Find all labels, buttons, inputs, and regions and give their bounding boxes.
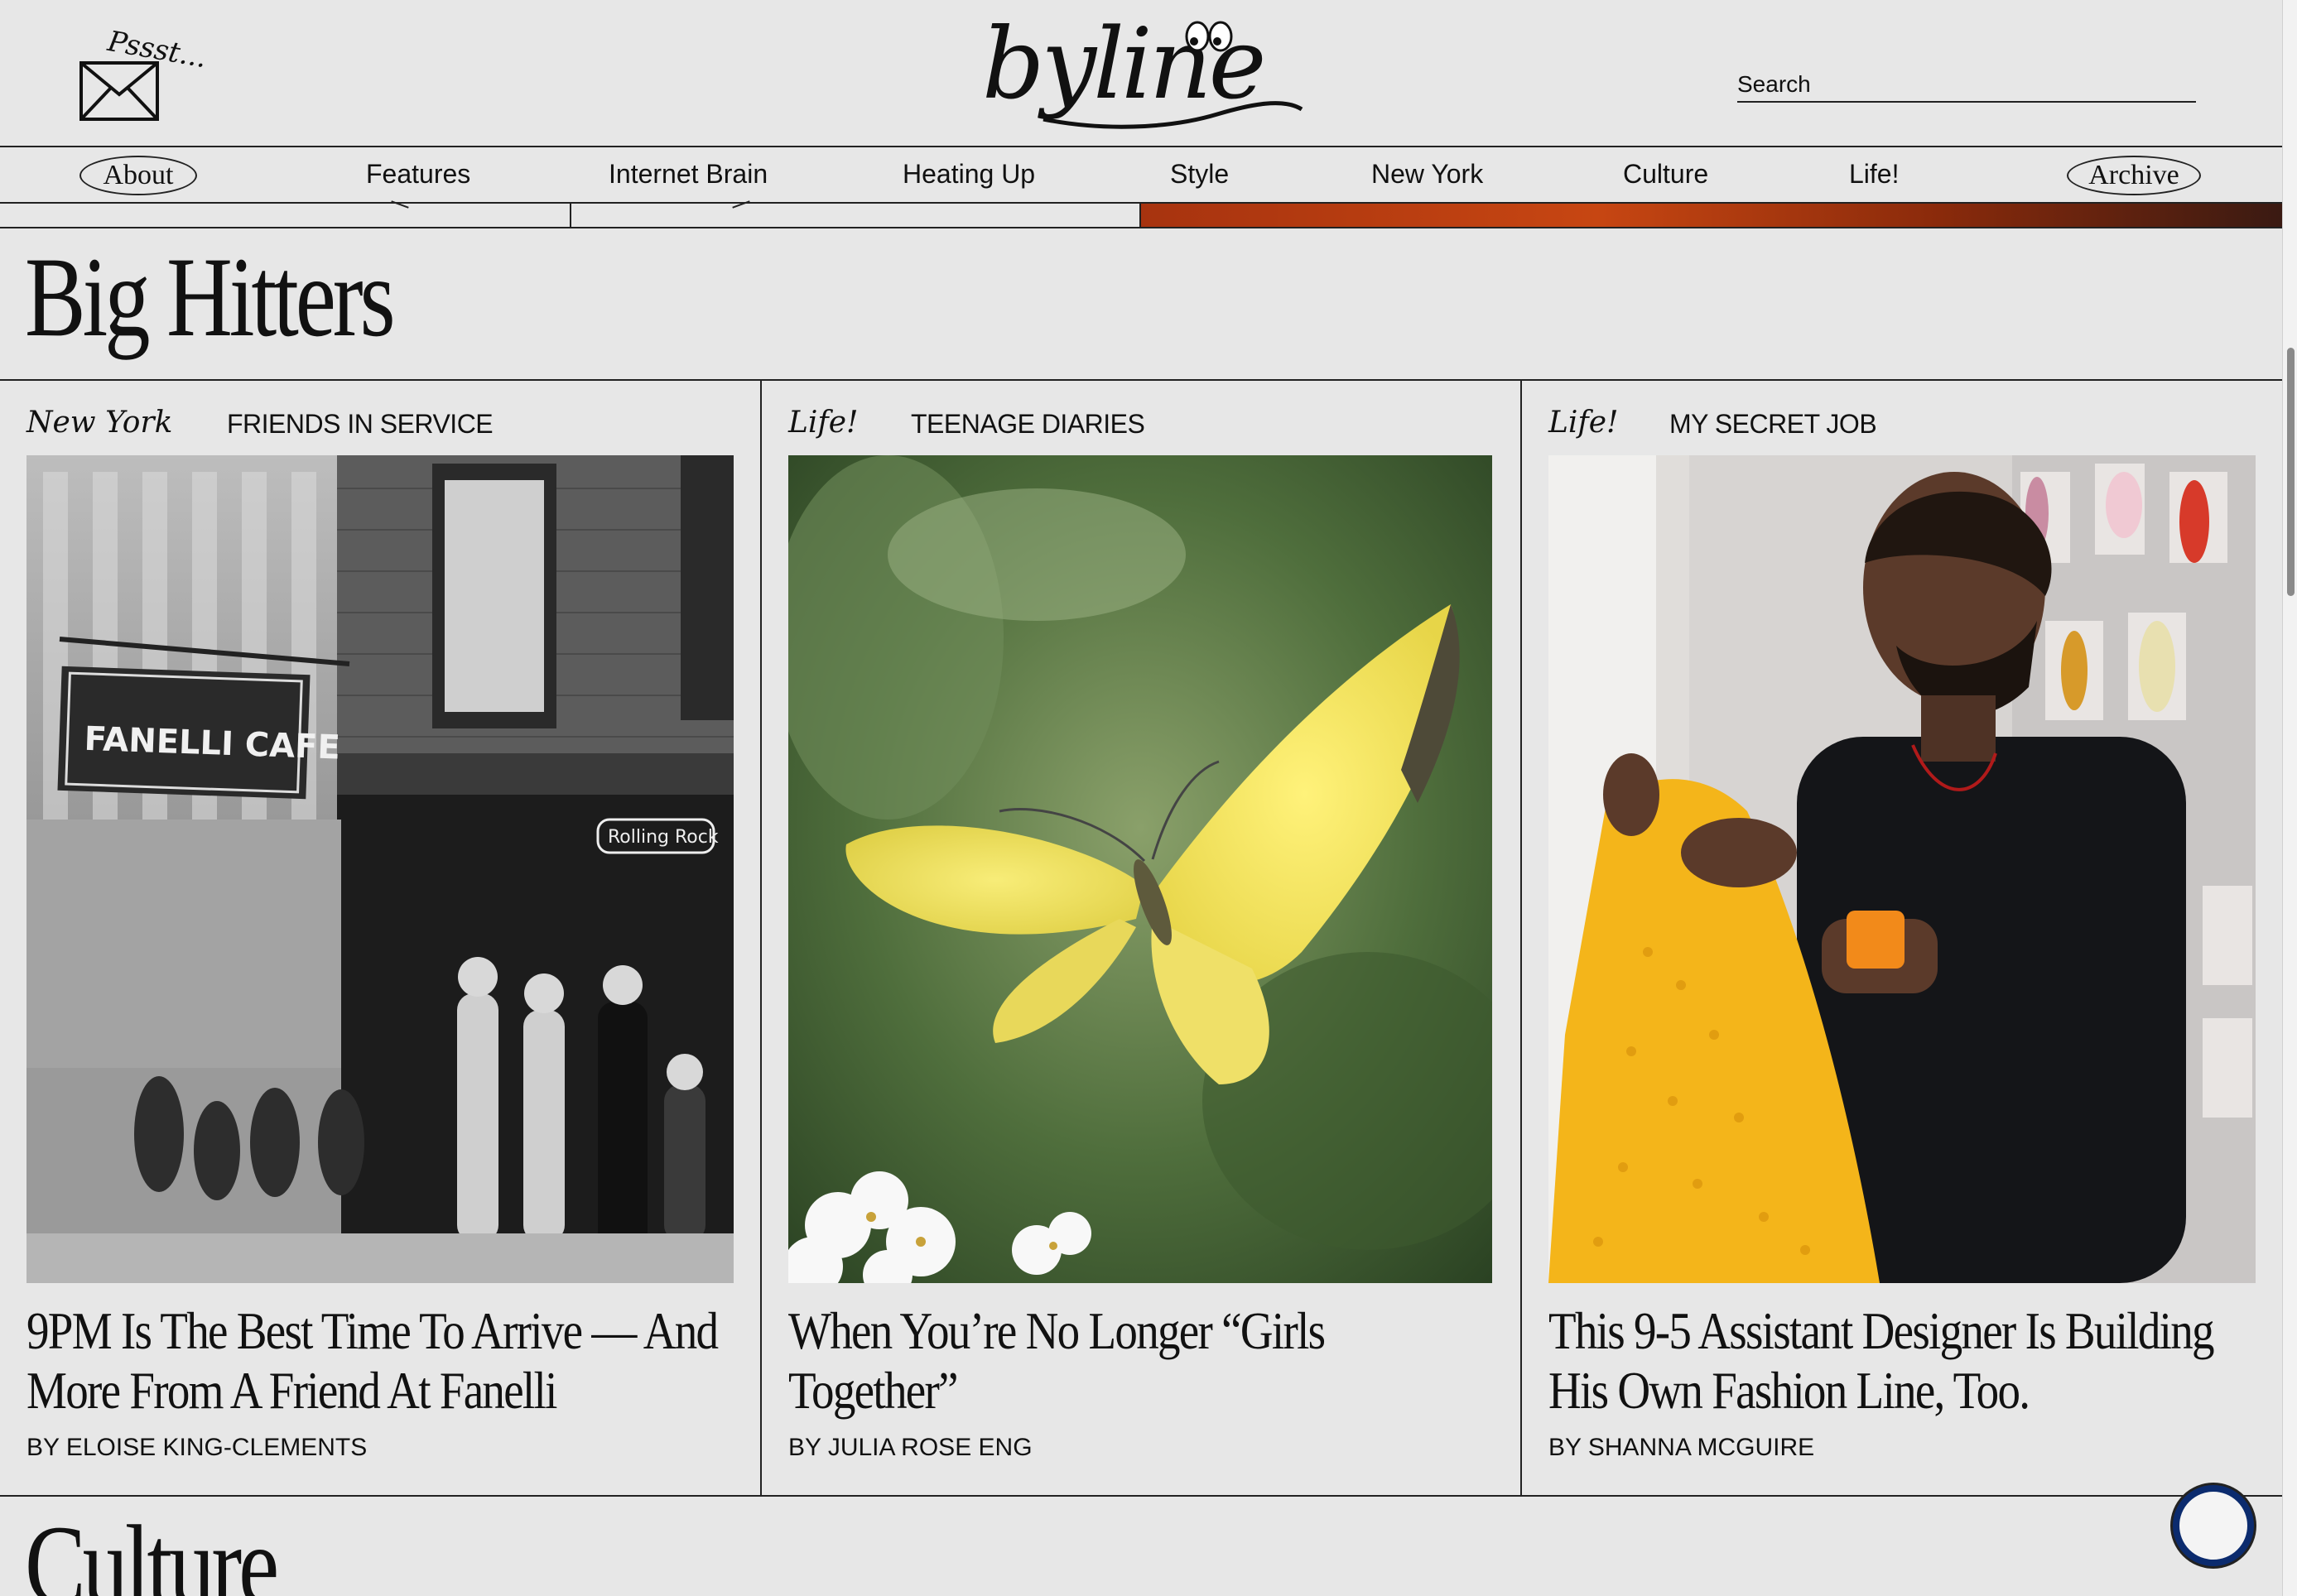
- previous-section-strip: [0, 200, 2282, 228]
- photo-neon-sign: Rolling Rock: [608, 827, 719, 848]
- strip-image[interactable]: [1141, 204, 2282, 227]
- nav-item-heating-up[interactable]: Heating Up: [903, 159, 1035, 190]
- card-title[interactable]: This 9-5 Assistant Designer Is Building …: [1548, 1301, 2246, 1421]
- card-byline[interactable]: BY SHANNA MCGUIRE: [1548, 1434, 1814, 1462]
- card-byline[interactable]: BY ELOISE KING-CLEMENTS: [26, 1434, 367, 1462]
- next-section-title: Culture: [25, 1502, 279, 1596]
- search-field[interactable]: Search: [1737, 70, 2196, 103]
- section-divider: [0, 1495, 2282, 1497]
- byline-logo[interactable]: byline: [969, 5, 1317, 137]
- page: Pssst... byline Search About Features In…: [0, 0, 2282, 1596]
- nav-archive-button[interactable]: Archive: [2067, 156, 2201, 195]
- nav-item-new-york[interactable]: New York: [1371, 159, 1483, 190]
- nav-item-style[interactable]: Style: [1170, 159, 1229, 190]
- nav-item-features[interactable]: Features: [366, 159, 470, 190]
- card-category[interactable]: Life!: [1548, 406, 1619, 440]
- nav-about-button[interactable]: About: [79, 156, 197, 195]
- card-byline[interactable]: BY JULIA ROSE ENG: [788, 1434, 1033, 1462]
- card-series[interactable]: TEENAGE DIARIES: [911, 409, 1145, 440]
- butterfly-photo: [788, 455, 1492, 1283]
- card-image[interactable]: [788, 455, 1492, 1283]
- mail-icon[interactable]: [79, 61, 159, 121]
- scrollbar[interactable]: [2282, 0, 2297, 1596]
- strip-divider: [570, 204, 571, 228]
- card-title[interactable]: 9PM Is The Best Time To Arrive — And Mor…: [26, 1301, 725, 1421]
- scrollbar-thumb[interactable]: [2287, 348, 2295, 596]
- article-card[interactable]: New York FRIENDS IN SERVICE Rolling Rock…: [0, 381, 760, 1497]
- card-category[interactable]: Life!: [788, 406, 859, 440]
- search-label: Search: [1737, 71, 1811, 97]
- section-title: Big Hitters: [25, 233, 396, 360]
- floating-action-button[interactable]: [2173, 1485, 2254, 1566]
- card-category[interactable]: New York: [26, 406, 172, 440]
- nav-item-life[interactable]: Life!: [1849, 159, 1899, 190]
- nav-item-culture[interactable]: Culture: [1623, 159, 1708, 190]
- card-series[interactable]: MY SECRET JOB: [1669, 409, 1877, 440]
- designer-photo: [1548, 455, 2256, 1283]
- card-image[interactable]: [1548, 455, 2256, 1283]
- article-card[interactable]: Life! TEENAGE DIARIES When You’re No Lon…: [762, 381, 1520, 1497]
- article-card[interactable]: Life! MY SECRET JOB This 9-5 Assistant D…: [1522, 381, 2282, 1497]
- nav-item-internet-brain[interactable]: Internet Brain: [609, 159, 768, 190]
- site-header: Pssst... byline Search: [0, 0, 2282, 147]
- fanelli-photo: Rolling Rock FANELLI CAFE: [26, 455, 734, 1283]
- card-title[interactable]: When You’re No Longer “Girls Together”: [788, 1301, 1486, 1421]
- newsletter-link[interactable]: Pssst...: [79, 25, 212, 124]
- main-nav: About Features Internet Brain Heating Up…: [0, 146, 2282, 204]
- card-image[interactable]: Rolling Rock FANELLI CAFE: [26, 455, 734, 1283]
- card-series[interactable]: FRIENDS IN SERVICE: [227, 409, 494, 440]
